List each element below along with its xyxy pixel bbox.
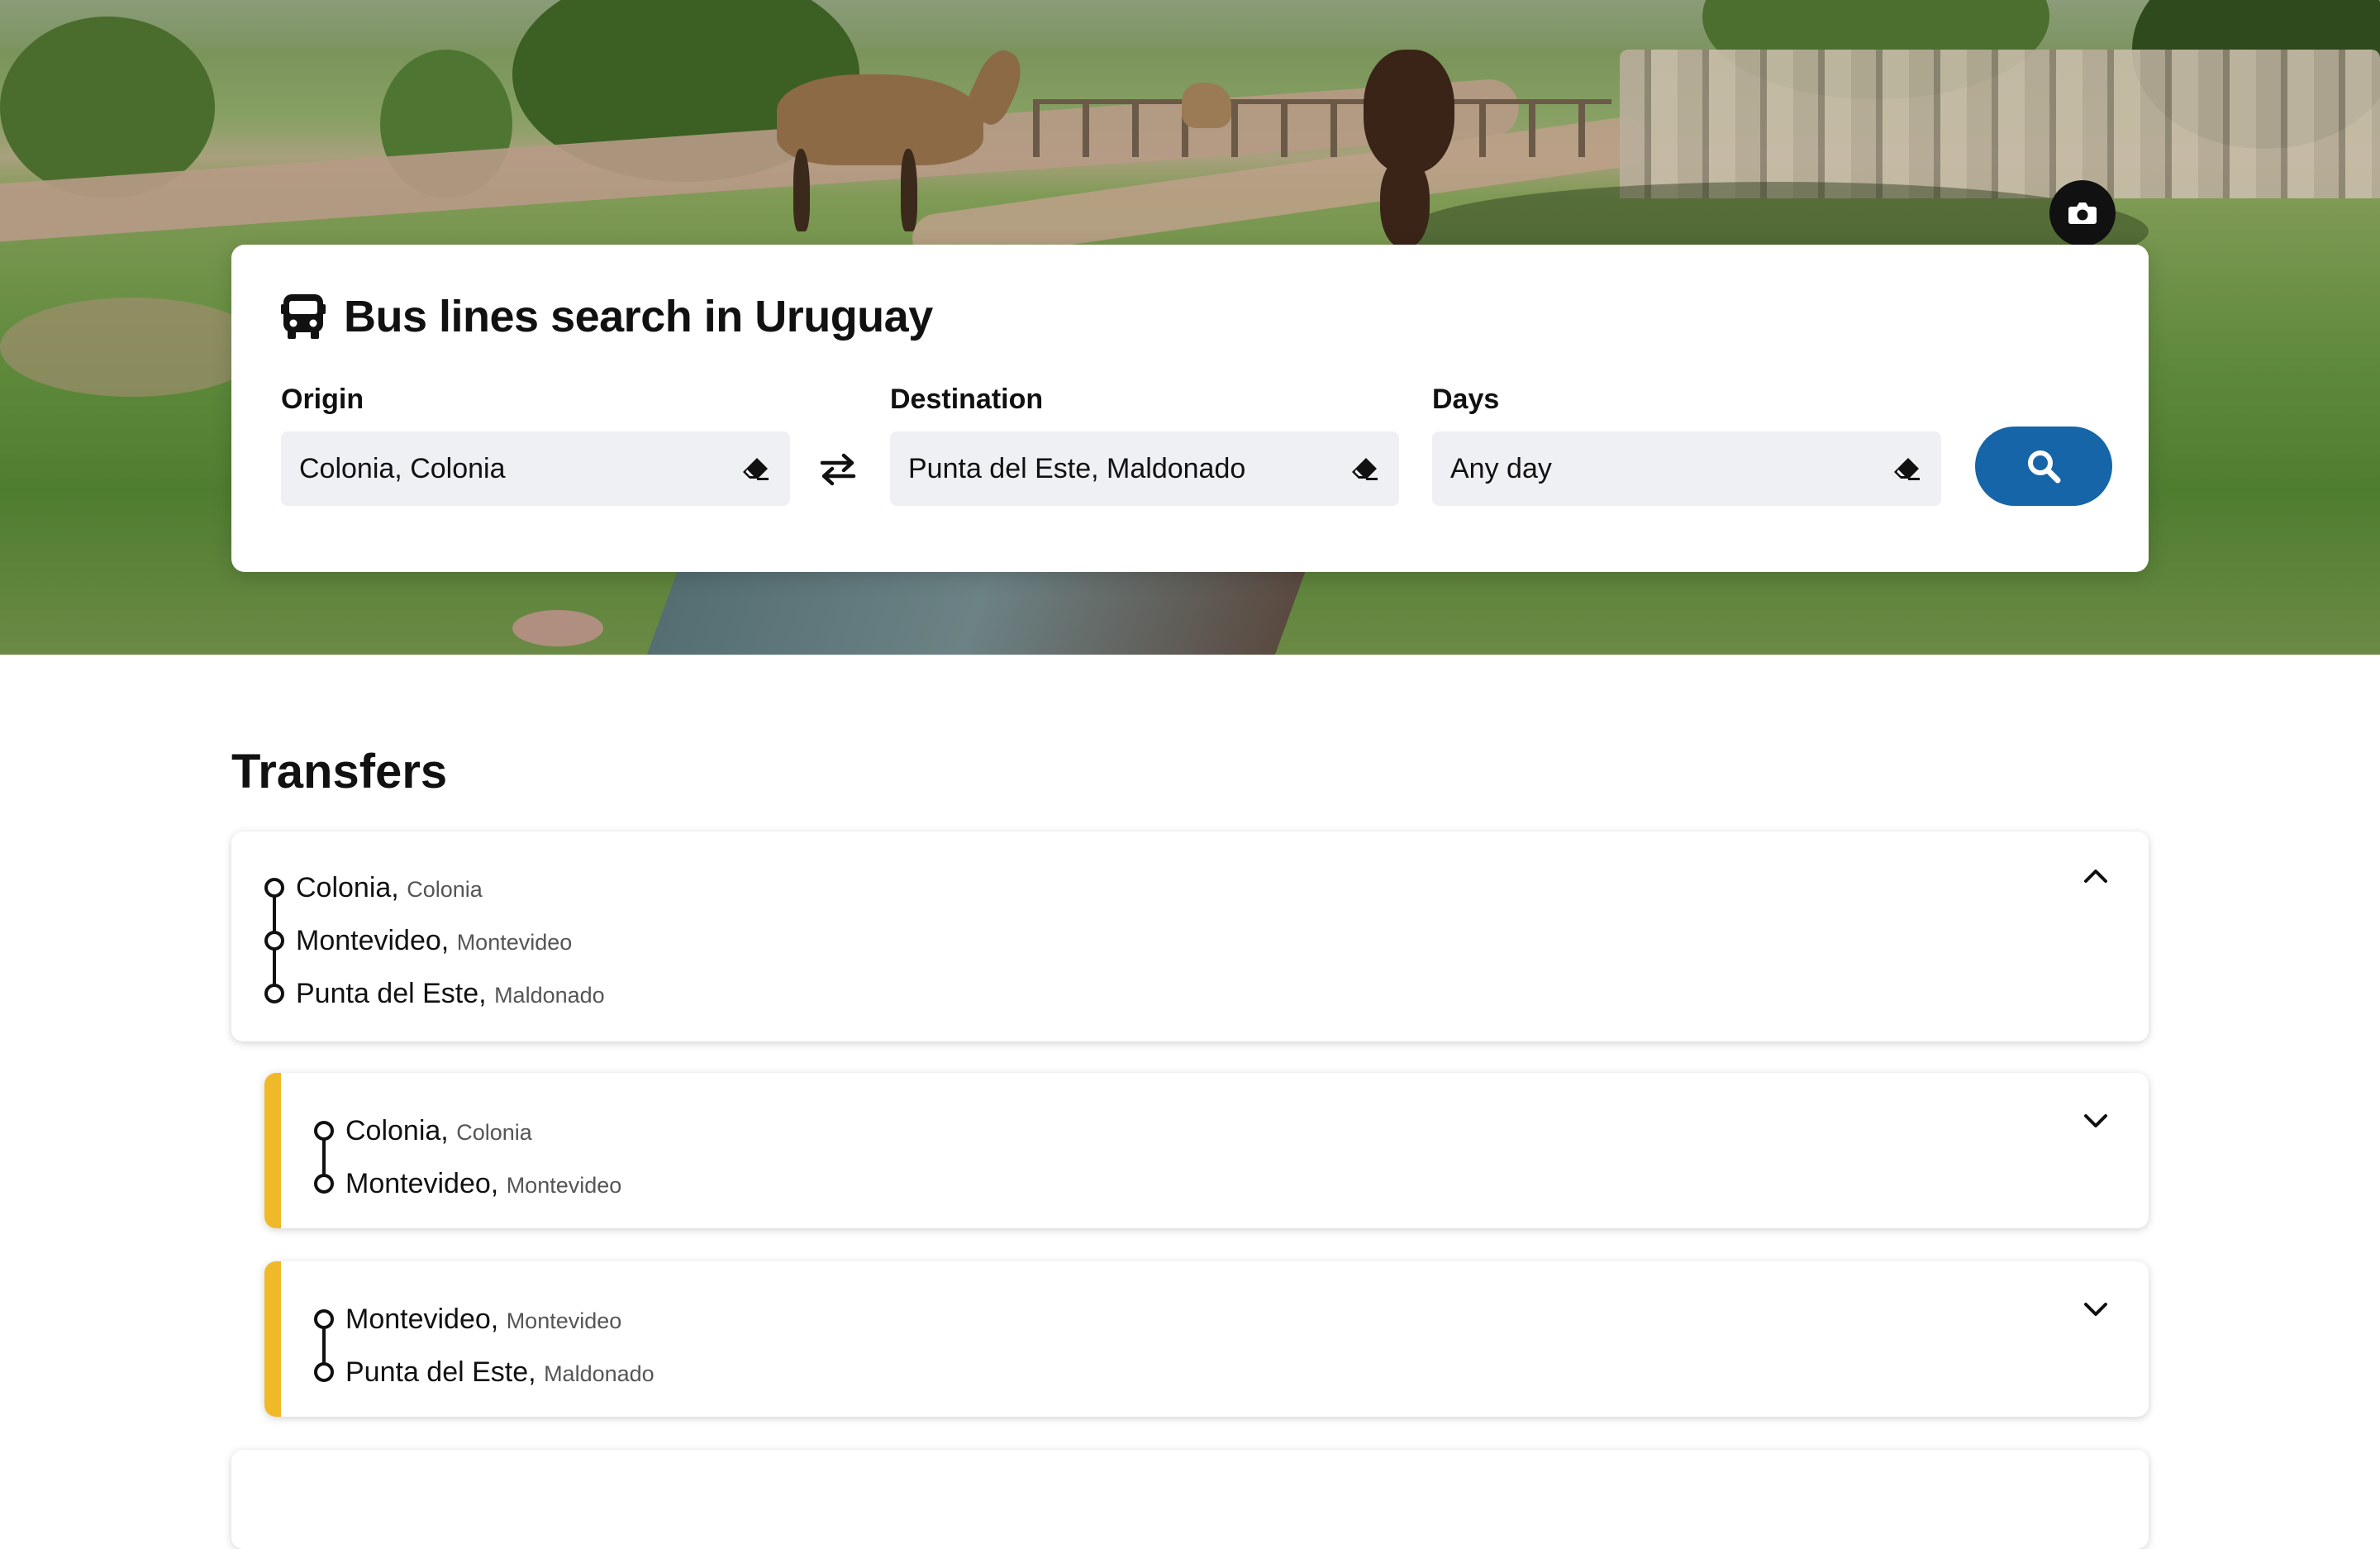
expand-button[interactable] bbox=[2079, 1104, 2112, 1137]
origin-input[interactable] bbox=[299, 452, 739, 485]
eraser-icon bbox=[1352, 458, 1378, 480]
stop-region: Colonia bbox=[456, 1119, 532, 1145]
route-stop: Montevideo, Montevideo bbox=[314, 1293, 654, 1346]
stop-city: Colonia, bbox=[345, 1114, 449, 1146]
origin-label: Origin bbox=[281, 384, 364, 415]
route-leg-card[interactable]: Colonia, Colonia Montevideo, Montevideo bbox=[264, 1073, 2149, 1228]
stop-region: Maldonado bbox=[544, 1361, 654, 1386]
stop-marker bbox=[314, 1174, 334, 1194]
bus-icon bbox=[281, 294, 326, 339]
stop-city: Montevideo, bbox=[345, 1167, 499, 1199]
clear-destination-button[interactable] bbox=[1348, 452, 1381, 485]
route-leg-card[interactable]: Montevideo, Montevideo Punta del Este, M… bbox=[264, 1261, 2149, 1417]
transfer-route-card[interactable]: Colonia, Colonia Montevideo, Montevideo … bbox=[231, 832, 2149, 1041]
stop-marker bbox=[314, 1121, 334, 1141]
collapse-button[interactable] bbox=[2079, 860, 2112, 893]
transfers-heading: Transfers bbox=[231, 745, 448, 798]
stop-region: Montevideo bbox=[506, 1308, 622, 1333]
search-button[interactable] bbox=[1975, 427, 2112, 506]
swap-arrows-icon bbox=[820, 453, 856, 486]
route-stops: Montevideo, Montevideo Punta del Este, M… bbox=[314, 1293, 654, 1399]
route-stop: Montevideo, Montevideo bbox=[314, 1157, 621, 1210]
destination-input[interactable] bbox=[908, 452, 1348, 485]
stop-region: Colonia bbox=[407, 876, 483, 902]
stop-marker bbox=[314, 1309, 334, 1329]
route-stop: Colonia, Colonia bbox=[314, 1104, 621, 1157]
chevron-up-icon bbox=[2084, 870, 2107, 883]
stop-region: Maldonado bbox=[494, 982, 605, 1008]
expand-button[interactable] bbox=[2079, 1293, 2112, 1326]
transfer-route-card[interactable] bbox=[231, 1450, 2149, 1549]
days-field[interactable] bbox=[1432, 431, 1941, 506]
swap-button[interactable] bbox=[815, 446, 861, 493]
route-stop: Punta del Este, Maldonado bbox=[314, 1346, 654, 1399]
route-stop: Colonia, Colonia bbox=[264, 861, 605, 914]
stop-region: Montevideo bbox=[456, 929, 573, 955]
stop-city: Punta del Este, bbox=[296, 977, 487, 1009]
clear-days-button[interactable] bbox=[1890, 452, 1923, 485]
clear-origin-button[interactable] bbox=[739, 452, 772, 485]
stop-city: Montevideo, bbox=[296, 924, 450, 956]
page-title: Bus lines search in Uruguay bbox=[344, 292, 933, 341]
stop-marker bbox=[314, 1362, 334, 1382]
chevron-down-icon bbox=[2084, 1303, 2107, 1316]
camera-icon bbox=[2068, 203, 2097, 224]
eraser-icon bbox=[743, 458, 769, 480]
stop-city: Montevideo, bbox=[345, 1303, 499, 1335]
stop-city: Colonia, bbox=[296, 871, 399, 903]
chevron-down-icon bbox=[2084, 1114, 2107, 1127]
eraser-icon bbox=[1894, 458, 1920, 480]
stop-marker bbox=[264, 931, 284, 951]
stop-region: Montevideo bbox=[506, 1172, 622, 1198]
origin-field[interactable] bbox=[281, 431, 790, 506]
route-stop: Punta del Este, Maldonado bbox=[264, 967, 605, 1020]
search-header: Bus lines search in Uruguay bbox=[281, 291, 933, 342]
days-label: Days bbox=[1432, 384, 1500, 415]
stop-marker bbox=[264, 878, 284, 898]
stop-city: Punta del Este, bbox=[345, 1356, 536, 1388]
search-icon bbox=[2028, 450, 2061, 484]
search-panel: Bus lines search in Uruguay Origin Desti… bbox=[231, 245, 2149, 572]
stop-marker bbox=[264, 984, 284, 1003]
route-stops: Colonia, Colonia Montevideo, Montevideo bbox=[314, 1104, 621, 1210]
destination-label: Destination bbox=[890, 384, 1044, 415]
route-stop: Montevideo, Montevideo bbox=[264, 914, 605, 967]
destination-field[interactable] bbox=[890, 431, 1399, 506]
photo-credit-button[interactable] bbox=[2049, 180, 2116, 246]
route-stops: Colonia, Colonia Montevideo, Montevideo … bbox=[264, 861, 605, 1020]
days-input[interactable] bbox=[1450, 452, 1890, 485]
